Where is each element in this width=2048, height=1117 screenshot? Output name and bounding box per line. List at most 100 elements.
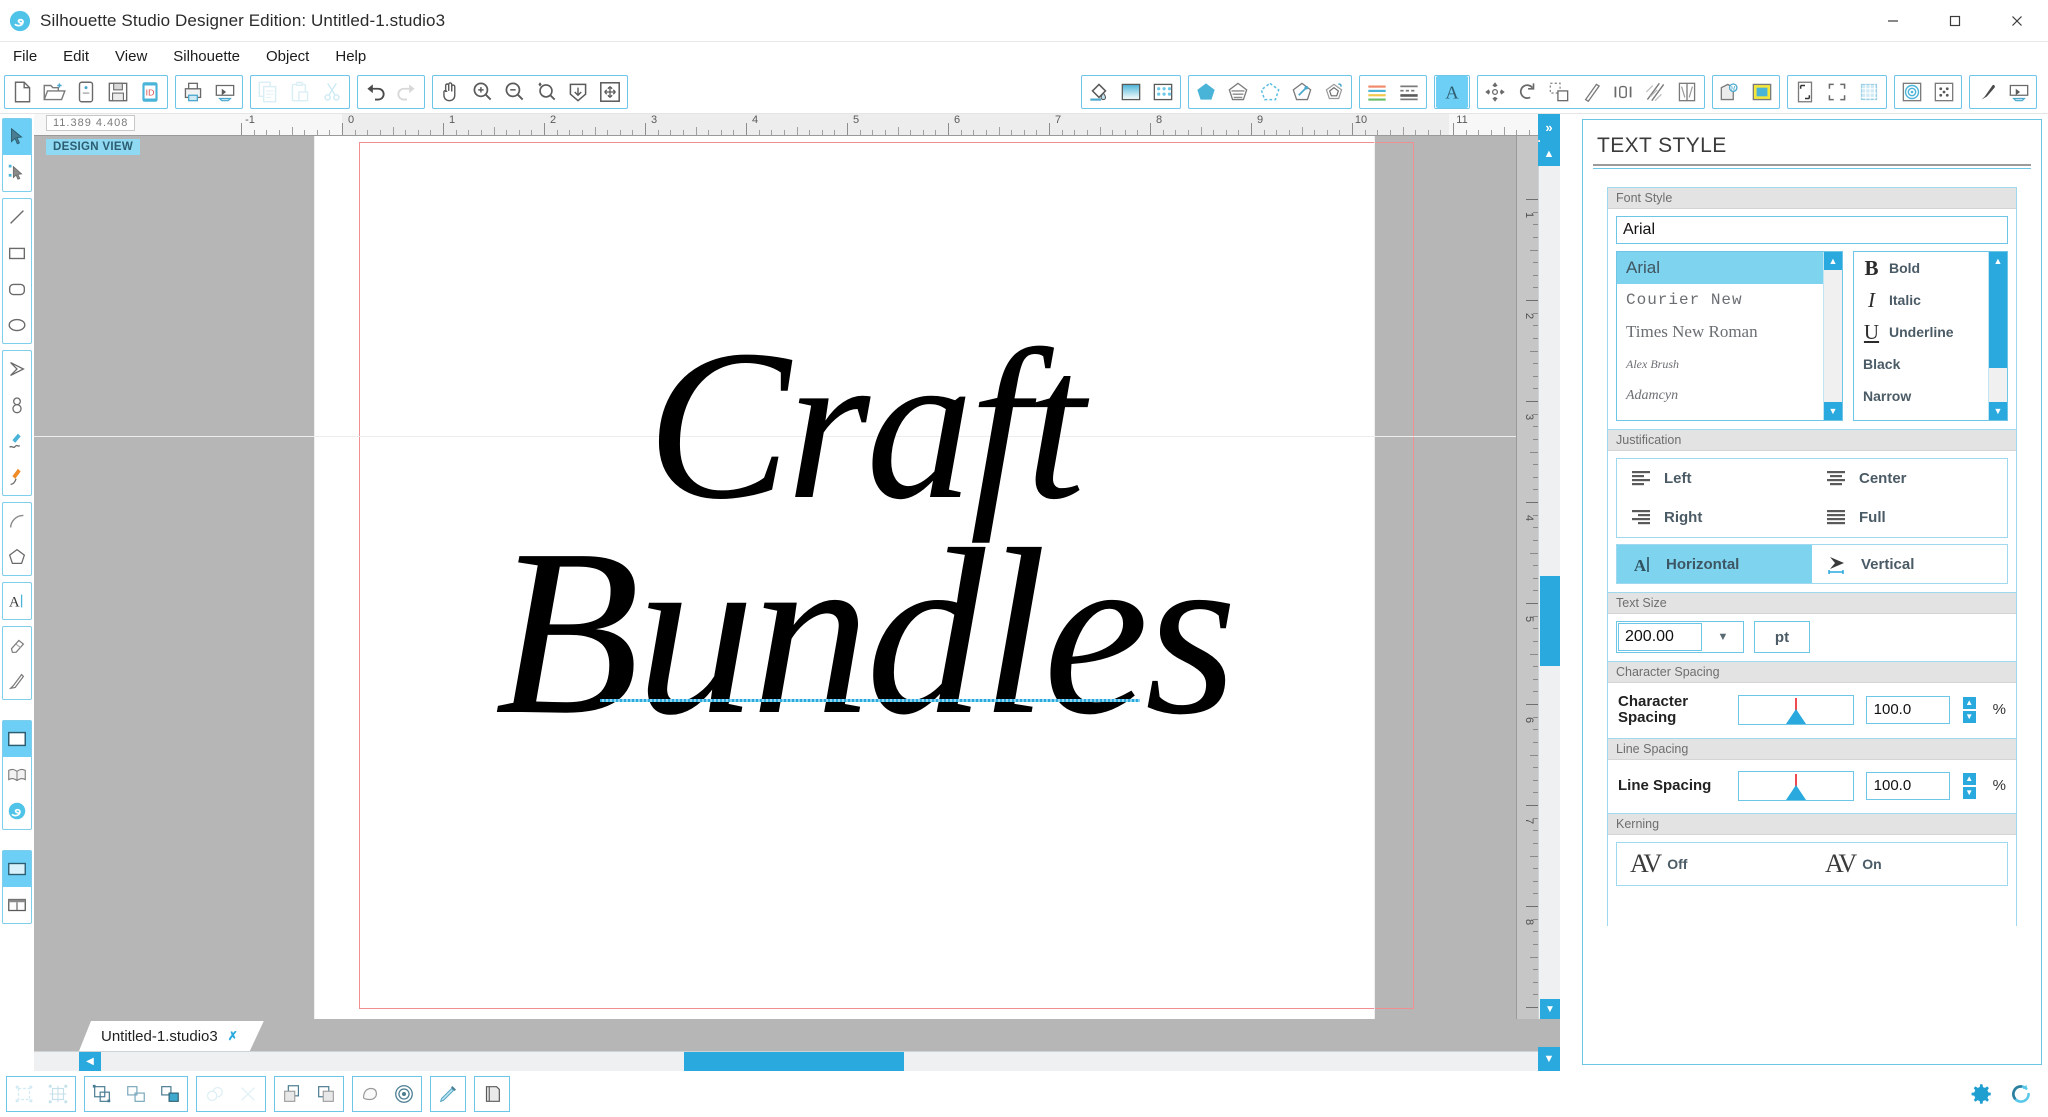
print-icon[interactable] — [177, 76, 209, 108]
detach-icon[interactable] — [231, 1077, 265, 1111]
send-icon[interactable] — [2003, 76, 2035, 108]
rectangle-tool[interactable] — [3, 235, 31, 271]
copy-icon[interactable] — [252, 76, 284, 108]
polygon-tool[interactable] — [3, 351, 31, 387]
close-button[interactable] — [1986, 0, 2048, 42]
smooth-freehand-tool[interactable] — [3, 459, 31, 495]
justify-right-button[interactable]: Right — [1617, 498, 1812, 537]
list-item[interactable]: Adamcyn — [1617, 380, 1823, 412]
send-panel-tool[interactable] — [3, 851, 31, 887]
layers-icon[interactable] — [475, 1077, 509, 1111]
gradient-fill-icon[interactable] — [1115, 76, 1147, 108]
list-item[interactable]: B Bold — [1854, 252, 1988, 284]
stepper-down-icon[interactable]: ▼ — [1961, 785, 1977, 800]
stipple-icon[interactable] — [1928, 76, 1960, 108]
expand-panel-chevron-icon[interactable]: » — [1538, 114, 1560, 140]
registration-marks-icon[interactable] — [1821, 76, 1853, 108]
justify-left-button[interactable]: Left — [1617, 459, 1812, 498]
list-item[interactable]: I Italic — [1854, 284, 1988, 316]
my-library-icon[interactable]: M — [1714, 76, 1746, 108]
bring-to-front-icon[interactable] — [275, 1077, 309, 1111]
ellipse-tool[interactable] — [3, 307, 31, 343]
vertical-ruler[interactable]: 12345678910 — [1516, 136, 1538, 1019]
paste-icon[interactable] — [284, 76, 316, 108]
font-name-input[interactable] — [1616, 216, 2008, 244]
canvas-stage[interactable]: Craft Bundles — [34, 136, 1516, 1019]
line-spacing-value[interactable]: 100.0 — [1865, 771, 1950, 800]
document-tab[interactable]: Untitled-1.studio3 ✗ — [79, 1021, 264, 1051]
menu-object[interactable]: Object — [253, 45, 322, 68]
line-style-icon[interactable] — [1190, 76, 1222, 108]
library-tool[interactable] — [3, 757, 31, 793]
tab-close-icon[interactable]: ✗ — [228, 1029, 238, 1043]
pan-icon[interactable] — [434, 76, 466, 108]
internal-offset-icon[interactable] — [387, 1077, 421, 1111]
font-list-scroll-up-icon[interactable]: ▲ — [1824, 252, 1842, 270]
redo-icon[interactable] — [391, 76, 423, 108]
send-to-silhouette-icon[interactable] — [209, 76, 241, 108]
design-page-tool[interactable] — [3, 721, 31, 757]
group-icon[interactable] — [85, 1077, 119, 1111]
justify-full-button[interactable]: Full — [1812, 498, 2007, 537]
select-all-icon[interactable] — [7, 1077, 41, 1111]
line-spacing-stepper[interactable]: ▲ ▼ — [1961, 771, 1977, 800]
pattern-fill-icon[interactable] — [1147, 76, 1179, 108]
character-spacing-slider[interactable] — [1738, 694, 1854, 725]
panel-scroll-down-icon[interactable]: ▼ — [1538, 1047, 1560, 1071]
align-icon[interactable] — [1543, 76, 1575, 108]
offset-icon[interactable] — [1318, 76, 1350, 108]
horizontal-scroll-thumb[interactable] — [684, 1052, 904, 1071]
arc-tool[interactable] — [3, 503, 31, 539]
scroll-left-button[interactable]: ◀ — [79, 1052, 101, 1071]
edit-points-tool[interactable] — [3, 155, 31, 191]
store-icon[interactable] — [1746, 76, 1778, 108]
list-item[interactable]: Courier New — [1617, 284, 1823, 316]
zoom-page-icon[interactable] — [594, 76, 626, 108]
horizontal-ruler[interactable]: -1012345678910111213 — [34, 114, 1560, 136]
offset-icon[interactable] — [353, 1077, 387, 1111]
split-view-tool[interactable] — [3, 887, 31, 923]
transform-icon[interactable] — [1479, 76, 1511, 108]
orientation-vertical-button[interactable]: Vertical — [1812, 545, 2007, 583]
zoom-out-icon[interactable] — [498, 76, 530, 108]
minimize-button[interactable] — [1862, 0, 1924, 42]
select-tool[interactable] — [3, 119, 31, 155]
cut-icon[interactable] — [316, 76, 348, 108]
eyedropper-icon[interactable] — [431, 1077, 465, 1111]
text-size-unit[interactable]: pt — [1754, 621, 1810, 653]
text-size-combo[interactable]: ▼ — [1616, 621, 1744, 653]
list-item[interactable]: Narrow — [1854, 380, 1988, 412]
new-document-icon[interactable] — [6, 76, 38, 108]
line-spacing-slider-handle[interactable] — [1785, 784, 1806, 800]
trace-icon[interactable] — [1254, 76, 1286, 108]
vertical-scroll-thumb[interactable] — [1540, 576, 1560, 666]
settings-gear-icon[interactable] — [1968, 1081, 1994, 1107]
weight-list-scroll-up-icon[interactable]: ▲ — [1989, 252, 2007, 270]
stepper-up-icon[interactable]: ▲ — [1961, 695, 1977, 710]
zoom-selection-icon[interactable] — [530, 76, 562, 108]
weight-list-scroll-down-icon[interactable]: ▼ — [1989, 402, 2007, 420]
text-style-icon[interactable]: A — [1436, 75, 1468, 108]
fill-color-icon[interactable] — [1083, 76, 1115, 108]
maximize-button[interactable] — [1924, 0, 1986, 42]
font-list-scroll-thumb[interactable] — [1824, 270, 1842, 390]
horizontal-scrollbar[interactable]: ◀ ▶ — [34, 1051, 1560, 1071]
mirror-icon[interactable] — [1671, 76, 1703, 108]
text-size-input[interactable] — [1618, 623, 1702, 651]
list-item[interactable]: Black — [1854, 348, 1988, 380]
panel-scroll-up-icon[interactable]: ▲ — [1538, 142, 1560, 166]
rhinestone-icon[interactable] — [1896, 76, 1928, 108]
sync-icon[interactable] — [2008, 1081, 2034, 1107]
line-style-dash-icon[interactable] — [1393, 76, 1425, 108]
font-list[interactable]: Arial Courier New Times New Roman Alex B… — [1616, 251, 1843, 421]
weld-icon[interactable] — [197, 1077, 231, 1111]
menu-file[interactable]: File — [0, 45, 50, 68]
curve-tool[interactable] — [3, 387, 31, 423]
line-tool-icon[interactable] — [1575, 76, 1607, 108]
justify-center-button[interactable]: Center — [1812, 459, 2007, 498]
replicate-icon[interactable] — [1511, 76, 1543, 108]
line-spacing-slider[interactable] — [1738, 770, 1854, 801]
undo-icon[interactable] — [359, 76, 391, 108]
line-color-icon[interactable] — [1361, 76, 1393, 108]
regular-polygon-tool[interactable] — [3, 539, 31, 575]
